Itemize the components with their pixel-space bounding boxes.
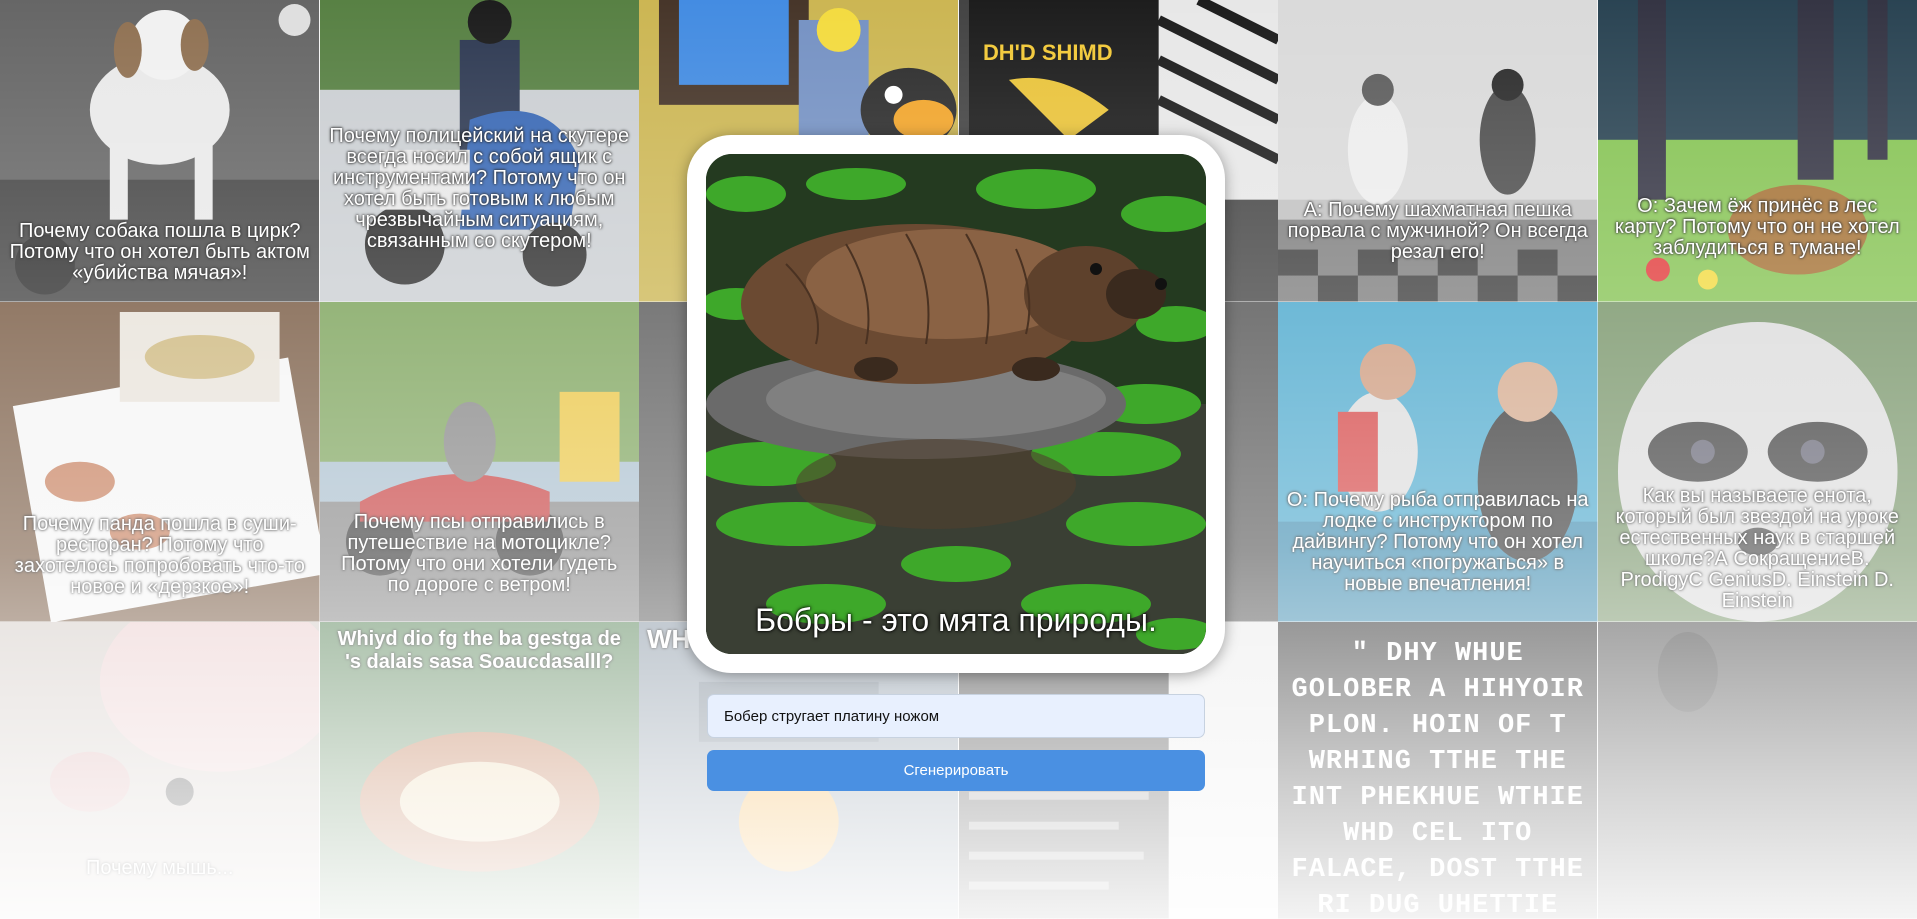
- meme-tile: О: Зачем ёж принёс в лес карту? Потому ч…: [1597, 0, 1917, 302]
- dark-photo-image: [1597, 622, 1917, 919]
- meme-caption: Почему собака пошла в цирк? Потому что о…: [9, 220, 310, 284]
- meme-tile: Как вы называете енота, который был звез…: [1597, 302, 1917, 622]
- meme-tile: Почему собака пошла в цирк? Потому что о…: [0, 0, 320, 302]
- meme-caption: О: Зачем ёж принёс в лес карту? Потому ч…: [1614, 195, 1900, 259]
- meme-caption: Как вы называете енота, который был звез…: [1615, 485, 1899, 612]
- generated-meme-image: Бобры - это мята природы.: [706, 154, 1206, 654]
- meme-caption: А: Почему шахматная пешка порвала с мужч…: [1287, 199, 1588, 263]
- meme-tile: [1597, 622, 1917, 919]
- meme-caption: Whiyd dio fg the ba gestga de 's dalais …: [337, 628, 621, 673]
- prompt-input[interactable]: [707, 694, 1205, 738]
- meme-caption: " DHY WHUE GOLOBER A HIHYOIR PLON. HOIN …: [1291, 639, 1584, 919]
- meme-caption: Почему панда пошла в суши-ресторан? Пото…: [14, 513, 305, 598]
- meme-caption: О: Почему рыба отправилась на лодке с ин…: [1286, 489, 1589, 595]
- meme-tile: Почему панда пошла в суши-ресторан? Пото…: [0, 302, 320, 622]
- meme-tile: О: Почему рыба отправилась на лодке с ин…: [1278, 302, 1598, 622]
- generated-meme-card: Бобры - это мята природы.: [687, 135, 1225, 673]
- meme-caption: Почему псы отправились в путешествие на …: [341, 511, 618, 596]
- generated-meme-caption: Бобры - это мята природы.: [755, 602, 1157, 638]
- meme-tile: А: Почему шахматная пешка порвала с мужч…: [1278, 0, 1598, 302]
- meme-tile: Whiyd dio fg the ba gestga de 's dalais …: [319, 622, 640, 919]
- beaver-image: [706, 154, 1206, 654]
- svg-text:DH'D SHIMD: DH'D SHIMD: [982, 40, 1112, 65]
- meme-tile: Почему полицейский на скутере всегда нос…: [319, 0, 640, 302]
- meme-tile: Почему мышь...: [0, 622, 320, 919]
- meme-caption: Почему полицейский на скутере всегда нос…: [329, 125, 630, 252]
- meme-tile: " DHY WHUE GOLOBER A HIHYOIR PLON. HOIN …: [1278, 622, 1598, 919]
- generate-button[interactable]: Сгенерировать: [707, 750, 1205, 791]
- meme-tile: Почему псы отправились в путешествие на …: [319, 302, 639, 622]
- meme-caption: Почему мышь...: [86, 857, 234, 879]
